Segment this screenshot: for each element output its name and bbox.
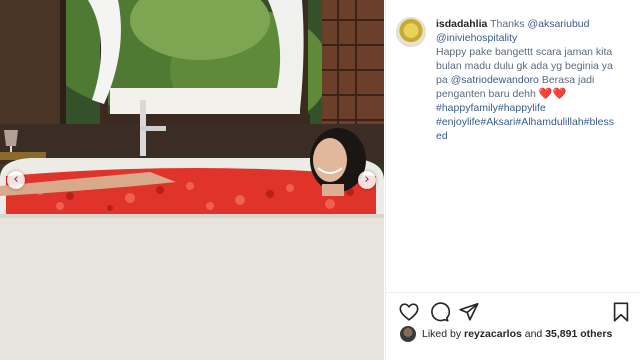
- caption-line: penganten baru dehh: [436, 88, 536, 100]
- hashtag-link[interactable]: ed: [436, 129, 636, 143]
- bathtub-photo-illustration: [0, 0, 384, 360]
- likes-count-link[interactable]: 35,891 others: [545, 328, 612, 340]
- post-side-panel: isdadahlia Thanks @aksariubud @iniviehos…: [385, 0, 640, 360]
- mention-link[interactable]: @aksariubud: [527, 18, 589, 30]
- likes-conjunction: and: [524, 328, 543, 340]
- caption-line: pa: [436, 74, 448, 86]
- likes-prefix: Liked by: [422, 328, 462, 340]
- caption-line: Berasa jadi: [541, 74, 595, 86]
- username-link[interactable]: isdadahlia: [436, 18, 487, 30]
- post-photo[interactable]: ‹ ›: [0, 0, 384, 360]
- hashtag-link[interactable]: #happyfamily#happylife: [436, 101, 636, 115]
- caption-comment: isdadahlia Thanks @aksariubud @iniviehos…: [396, 17, 636, 143]
- chevron-right-icon[interactable]: ›: [358, 171, 376, 189]
- liker-username-link[interactable]: reyzacarlos: [464, 328, 522, 340]
- caption-text: isdadahlia Thanks @aksariubud @iniviehos…: [436, 17, 636, 143]
- caption-line: bulan madu dulu gk ada yg beginia ya: [436, 60, 613, 72]
- chevron-left-icon[interactable]: ‹: [7, 171, 25, 189]
- hashtag-link[interactable]: #enjoylife#Aksari#Alhamdulillah#bless: [436, 115, 636, 129]
- post-actions-bar: [386, 292, 640, 328]
- heart-outline-icon[interactable]: [398, 301, 420, 323]
- avatar[interactable]: [396, 17, 426, 47]
- comment-bubble-icon[interactable]: [428, 301, 450, 323]
- mention-link[interactable]: @iniviehospitality: [436, 31, 636, 45]
- mention-link[interactable]: @satriodewandoro: [451, 74, 539, 86]
- avatar[interactable]: [400, 326, 416, 342]
- likes-summary: Liked by reyzacarlos and 35,891 others: [400, 326, 612, 342]
- caption-intro: Thanks: [490, 18, 525, 30]
- caption-line: Happy pake bangettt scara jaman kita: [436, 46, 613, 58]
- paper-plane-icon[interactable]: [458, 301, 480, 323]
- bookmark-icon[interactable]: [610, 301, 632, 323]
- heart-emoji-icon: ❤️❤️: [538, 88, 567, 100]
